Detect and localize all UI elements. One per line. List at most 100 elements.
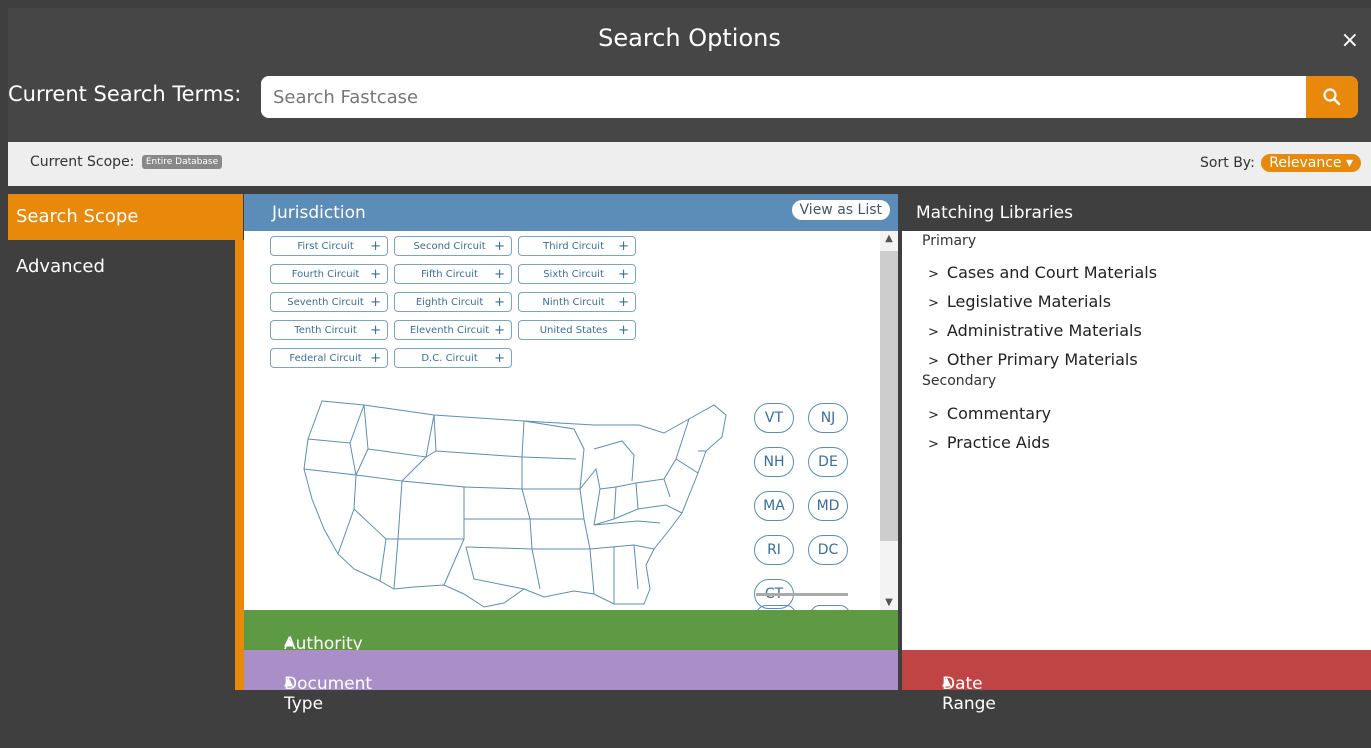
jurisdiction-title: Jurisdiction <box>272 203 366 223</box>
library-commentary[interactable]: > Commentary <box>928 404 1051 423</box>
jurisdiction-header: Jurisdiction View as List <box>244 194 898 231</box>
circuit-united-states[interactable]: United States + <box>518 320 636 340</box>
library-other-primary[interactable]: > Other Primary Materials <box>928 350 1138 369</box>
circuit-third[interactable]: Third Circuit + <box>518 236 636 256</box>
circuit-label: Ninth Circuit <box>542 296 605 308</box>
circuit-label: Tenth Circuit <box>294 324 357 336</box>
chevron-right-icon: > <box>928 437 939 452</box>
state-vt[interactable]: VT <box>754 403 794 433</box>
circuit-second[interactable]: Second Circuit + <box>394 236 512 256</box>
chevron-right-icon: > <box>928 267 939 282</box>
matching-libraries-title: Matching Libraries <box>916 203 1073 223</box>
current-scope: Current Scope: Entire Database <box>30 154 223 170</box>
state-md[interactable]: MD <box>808 491 848 521</box>
circuit-ninth[interactable]: Ninth Circuit + <box>518 292 636 312</box>
state-nj[interactable]: NJ <box>808 403 848 433</box>
circuit-label: Eighth Circuit <box>415 296 484 308</box>
search-box <box>261 76 1358 118</box>
plus-icon: + <box>494 294 505 310</box>
search-terms-label: Current Search Terms: <box>8 82 242 106</box>
circuit-label: Federal Circuit <box>289 352 362 364</box>
circuit-sixth[interactable]: Sixth Circuit + <box>518 264 636 284</box>
circuit-label: Seventh Circuit <box>287 296 364 308</box>
date-range-label: Date Range <box>942 674 996 714</box>
sort-label: Sort By: <box>1200 155 1255 171</box>
view-as-list-button[interactable]: View as List <box>791 200 890 220</box>
jurisdiction-body: First Circuit + Second Circuit + Third Cir… <box>244 231 898 610</box>
plus-icon: + <box>494 238 505 254</box>
circuit-dc[interactable]: D.C. Circuit + <box>394 348 512 368</box>
date-range-panel[interactable]: ▲ Date Range <box>902 650 1371 714</box>
search-input[interactable] <box>261 76 1308 118</box>
small-state-grid: VT NJ NH DE MA MD RI DC CT <box>754 403 848 609</box>
plus-icon: + <box>494 322 505 338</box>
library-practice-aids[interactable]: > Practice Aids <box>928 433 1050 452</box>
plus-icon: + <box>494 266 505 282</box>
library-administrative[interactable]: > Administrative Materials <box>928 321 1142 340</box>
dialog-title: Search Options <box>598 24 781 52</box>
library-label: Cases and Court Materials <box>946 263 1158 282</box>
circuit-label: Fifth Circuit <box>421 268 478 280</box>
state-de[interactable]: DE <box>808 447 848 477</box>
plus-icon: + <box>370 238 381 254</box>
plus-icon: + <box>494 350 505 366</box>
primary-label: Primary <box>922 233 977 249</box>
plus-icon: + <box>618 238 629 254</box>
circuit-label: Third Circuit <box>543 240 604 252</box>
circuit-first[interactable]: First Circuit + <box>270 236 388 256</box>
scroll-thumb[interactable] <box>880 251 898 541</box>
circuit-fourth[interactable]: Fourth Circuit + <box>270 264 388 284</box>
library-label: Administrative Materials <box>946 321 1142 340</box>
search-options-header: Search Options × Current Search Terms: <box>8 8 1371 142</box>
close-icon[interactable]: × <box>1341 28 1359 53</box>
circuit-eleventh[interactable]: Eleventh Circuit + <box>394 320 512 340</box>
circuit-label: First Circuit <box>297 240 354 252</box>
nav-item-label: Advanced <box>16 256 105 277</box>
plus-icon: + <box>618 294 629 310</box>
circuit-grid: First Circuit + Second Circuit + Third Cir… <box>270 236 650 368</box>
current-scope-label: Current Scope: <box>30 154 135 170</box>
circuit-label: Fourth Circuit <box>291 268 360 280</box>
plus-icon: + <box>370 294 381 310</box>
secondary-label: Secondary <box>922 373 997 389</box>
state-divider <box>756 593 848 596</box>
library-legislative[interactable]: > Legislative Materials <box>928 292 1111 311</box>
library-cases[interactable]: > Cases and Court Materials <box>928 263 1157 282</box>
matching-libraries-body: Primary > Cases and Court Materials > Legi… <box>902 231 1371 650</box>
library-label: Commentary <box>946 404 1052 423</box>
current-scope-badge: Entire Database <box>141 155 223 169</box>
circuit-federal[interactable]: Federal Circuit + <box>270 348 388 368</box>
scroll-up-icon[interactable]: ▲ <box>880 233 898 244</box>
nav-item-advanced[interactable]: Advanced <box>8 246 235 290</box>
search-icon <box>1323 88 1341 106</box>
state-ri[interactable]: RI <box>754 535 794 565</box>
circuit-seventh[interactable]: Seventh Circuit + <box>270 292 388 312</box>
plus-icon: + <box>618 322 629 338</box>
plus-icon: + <box>618 266 629 282</box>
search-button[interactable] <box>1306 76 1358 118</box>
circuit-label: Eleventh Circuit <box>409 324 490 336</box>
library-label: Legislative Materials <box>946 292 1112 311</box>
document-type-panel[interactable]: ▲ Document Type <box>244 650 898 714</box>
circuit-eighth[interactable]: Eighth Circuit + <box>394 292 512 312</box>
state-ma[interactable]: MA <box>754 491 794 521</box>
nav-item-search-scope[interactable]: Search Scope <box>8 194 243 240</box>
sort-dropdown[interactable]: Relevance ▾ <box>1261 154 1361 172</box>
sort-by: Sort By: Relevance ▾ <box>1200 154 1361 172</box>
authority-level-panel[interactable]: ▲Authority Level <box>244 610 898 674</box>
scroll-down-icon[interactable]: ▼ <box>880 597 898 608</box>
chevron-right-icon: > <box>928 325 939 340</box>
state-dc[interactable]: DC <box>808 535 848 565</box>
circuit-tenth[interactable]: Tenth Circuit + <box>270 320 388 340</box>
library-label: Other Primary Materials <box>946 350 1138 369</box>
nav-item-label: Search Scope <box>16 206 139 227</box>
circuit-label: United States <box>539 324 608 336</box>
matching-libraries-header: Matching Libraries <box>902 194 1371 231</box>
circuit-fifth[interactable]: Fifth Circuit + <box>394 264 512 284</box>
us-map[interactable] <box>294 389 734 610</box>
plus-icon: + <box>370 322 381 338</box>
state-nh[interactable]: NH <box>754 447 794 477</box>
scope-bar: Current Scope: Entire Database Sort By: … <box>8 142 1371 186</box>
circuit-label: Second Circuit <box>413 240 486 252</box>
jurisdiction-scrollbar[interactable]: ▲ ▼ <box>880 231 898 610</box>
